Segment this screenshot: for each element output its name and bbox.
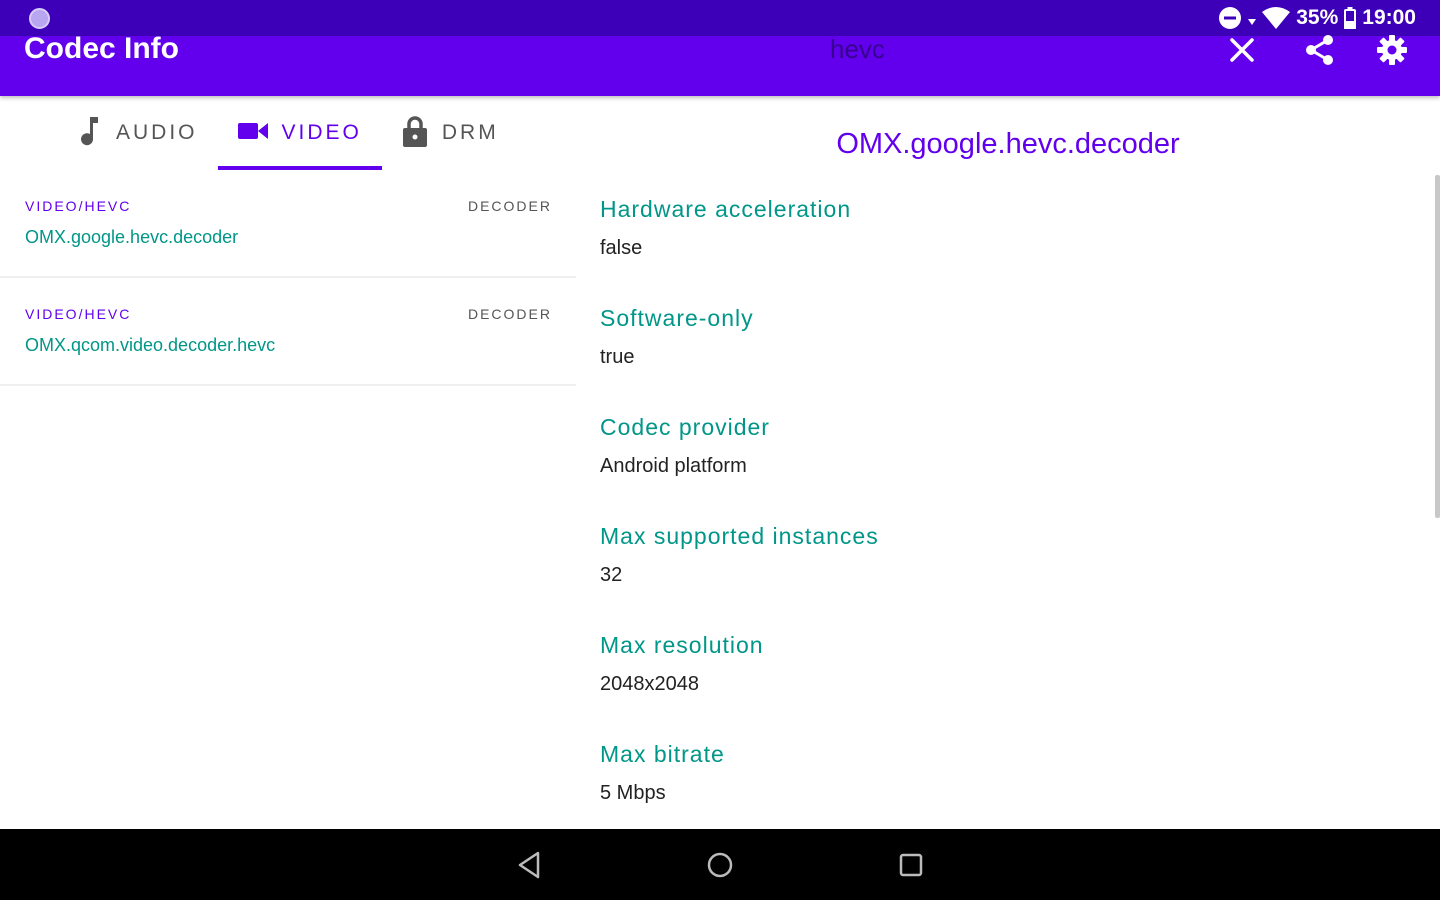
codec-detail-title: OMX.google.hevc.decoder <box>836 128 1180 160</box>
data-arrows-icon <box>1248 11 1257 25</box>
property-hardware-acceleration: Hardware acceleration false <box>600 196 851 260</box>
do-not-disturb-icon <box>1218 6 1242 30</box>
back-icon[interactable] <box>514 849 546 881</box>
music-note-icon <box>76 115 102 152</box>
property-value: 32 <box>600 564 623 586</box>
tab-drm[interactable]: DRM <box>382 96 519 170</box>
property-label: Max resolution <box>600 632 764 658</box>
property-software-only: Software-only true <box>600 305 754 369</box>
codec-detail-pane: OMX.google.hevc.decoder Hardware acceler… <box>576 96 1440 829</box>
system-nav-bar <box>0 829 1440 900</box>
clock: 19:00 <box>1362 6 1416 29</box>
property-label: Max bitrate <box>600 741 725 767</box>
tab-drm-label: DRM <box>441 121 499 144</box>
codec-type: DECODER <box>467 306 552 322</box>
status-indicators: 35% 19:00 <box>1218 5 1416 31</box>
tab-bar: AUDIO VIDEO DRM <box>56 96 519 170</box>
property-codec-provider: Codec provider Android platform <box>600 414 770 478</box>
settings-icon[interactable] <box>1376 34 1408 66</box>
app-bar <box>0 36 1440 96</box>
list-item[interactable]: VIDEO/HEVC DECODER OMX.google.hevc.decod… <box>0 170 576 278</box>
codec-name: OMX.qcom.video.decoder.hevc <box>25 335 276 355</box>
scrollbar[interactable] <box>1435 175 1440 518</box>
property-value: 5 Mbps <box>600 782 666 804</box>
codec-mime: VIDEO/HEVC <box>25 306 132 322</box>
lock-icon <box>402 115 428 152</box>
wifi-icon <box>1262 7 1291 29</box>
app-title: Codec Info <box>24 32 179 65</box>
property-value: Android platform <box>600 455 747 477</box>
property-value: false <box>600 237 643 259</box>
codec-name: OMX.google.hevc.decoder <box>25 227 239 247</box>
codec-list: VIDEO/HEVC DECODER OMX.google.hevc.decod… <box>0 170 576 386</box>
property-max-bitrate: Max bitrate 5 Mbps <box>600 741 725 805</box>
search-input[interactable]: hevc <box>830 34 885 65</box>
property-label: Max supported instances <box>600 523 879 549</box>
list-item[interactable]: VIDEO/HEVC DECODER OMX.qcom.video.decode… <box>0 278 576 386</box>
share-icon[interactable] <box>1304 34 1336 66</box>
status-bar: 35% 19:00 <box>0 0 1440 36</box>
recents-icon[interactable] <box>895 849 927 881</box>
battery-icon <box>1344 7 1357 29</box>
property-label: Codec provider <box>600 414 770 440</box>
property-label: Hardware acceleration <box>600 196 852 222</box>
codec-type: DECODER <box>467 198 552 214</box>
close-icon[interactable] <box>1226 34 1258 66</box>
property-max-instances: Max supported instances 32 <box>600 523 879 587</box>
codec-mime: VIDEO/HEVC <box>25 198 132 214</box>
property-value: 2048x2048 <box>600 673 699 695</box>
property-label: Software-only <box>600 305 754 331</box>
property-value: true <box>600 346 635 368</box>
tab-video[interactable]: VIDEO <box>217 96 382 170</box>
tab-video-label: VIDEO <box>281 121 362 144</box>
battery-percent: 35% <box>1296 6 1339 29</box>
home-icon[interactable] <box>704 849 736 881</box>
tab-audio-label: AUDIO <box>116 121 198 144</box>
notification-dot-icon <box>29 8 50 29</box>
property-max-resolution: Max resolution 2048x2048 <box>600 632 764 696</box>
videocam-icon <box>237 120 268 147</box>
tab-audio[interactable]: AUDIO <box>56 96 218 170</box>
